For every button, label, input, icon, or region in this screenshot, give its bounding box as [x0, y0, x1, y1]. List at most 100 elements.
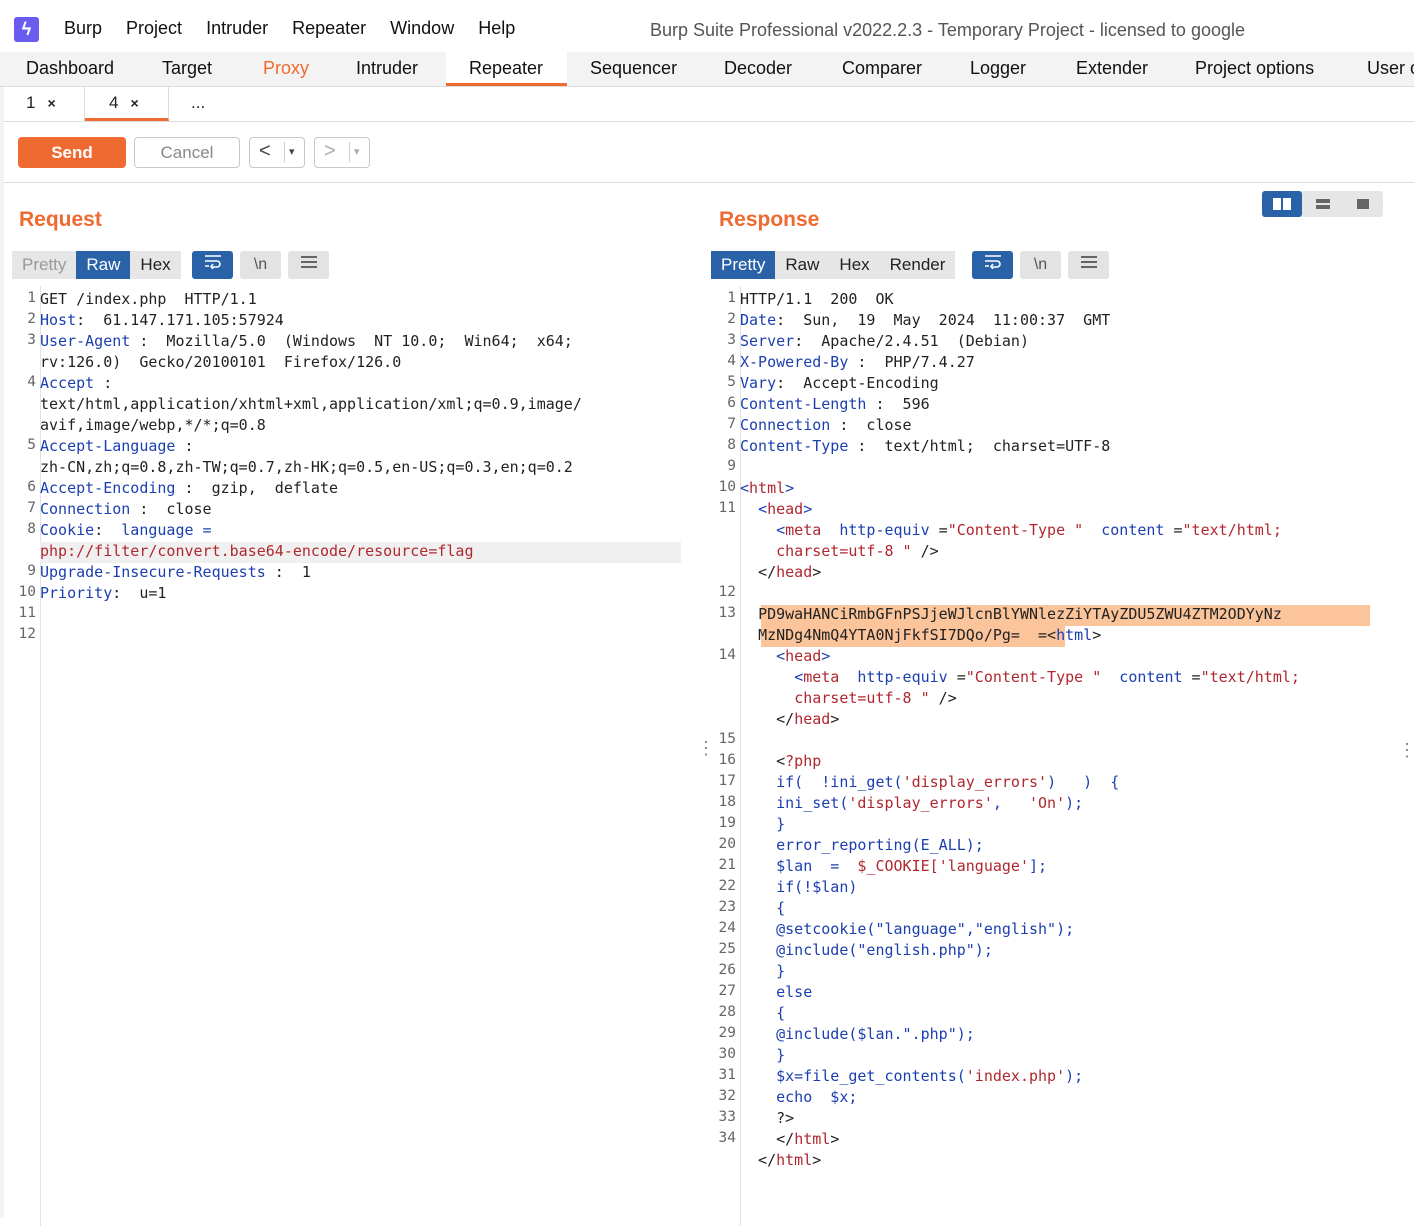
- repeater-toolbar: Send Cancel < ▾ > ▾: [4, 122, 1414, 183]
- code-token: html: [794, 1130, 831, 1148]
- code-token: 'display_errors': [848, 794, 993, 812]
- code-token: head: [785, 647, 822, 665]
- code-token: : u=1: [112, 584, 167, 602]
- code-token: HTTP/1.1 200 OK: [740, 290, 894, 308]
- code-line: Accept :: [40, 374, 112, 392]
- code-line: charset=utf-8 " />: [740, 689, 957, 707]
- stacked-icon[interactable]: [1303, 191, 1343, 217]
- code-token: <: [740, 752, 786, 770]
- line-number: 29: [718, 1025, 736, 1041]
- code-line: Date: Sun, 19 May 2024 11:00:37 GMT: [740, 311, 1110, 329]
- send-button[interactable]: Send: [18, 137, 126, 168]
- tab-logger[interactable]: Logger: [970, 58, 1026, 79]
- newline-icon[interactable]: \n: [240, 251, 281, 279]
- code-token: </: [740, 1130, 795, 1148]
- code-token: :: [94, 521, 122, 539]
- new-tab-button[interactable]: ...: [169, 87, 229, 121]
- tab-user-options[interactable]: User o: [1367, 58, 1414, 79]
- menu-help[interactable]: Help: [466, 18, 527, 39]
- chevron-down-icon[interactable]: ▾: [349, 142, 360, 162]
- tab-dashboard[interactable]: Dashboard: [26, 58, 114, 79]
- code-line: User-Agent : Mozilla/5.0 (Windows NT 10.…: [40, 332, 573, 350]
- tab-intruder[interactable]: Intruder: [356, 58, 418, 79]
- repeater-tab-1[interactable]: 1 ×: [4, 87, 85, 121]
- code-token: />: [929, 689, 957, 707]
- repeater-tab-4[interactable]: 4 ×: [85, 87, 169, 121]
- request-tab-hex[interactable]: Hex: [130, 251, 181, 279]
- side-by-side-icon[interactable]: [1262, 191, 1302, 217]
- response-tab-pretty[interactable]: Pretty: [711, 251, 776, 279]
- close-icon[interactable]: ×: [47, 95, 55, 111]
- code-token: =: [929, 521, 948, 539]
- cancel-button[interactable]: Cancel: [134, 137, 240, 168]
- menu-icon[interactable]: [288, 251, 329, 279]
- code-token: @include("english.php");: [740, 941, 993, 959]
- menu-project[interactable]: Project: [114, 18, 194, 39]
- menu-intruder[interactable]: Intruder: [194, 18, 280, 39]
- code-token: 'index.php': [965, 1067, 1066, 1085]
- chevron-down-icon[interactable]: ▾: [284, 142, 295, 162]
- code-token: head: [776, 563, 813, 581]
- response-tab-render[interactable]: Render: [879, 251, 956, 279]
- response-tab-raw[interactable]: Raw: [775, 251, 830, 279]
- request-tab-pretty[interactable]: Pretty: [12, 251, 77, 279]
- line-number: 30: [718, 1046, 736, 1062]
- menu-burp[interactable]: Burp: [52, 18, 114, 39]
- code-token: 'On': [1029, 794, 1066, 812]
- code-token: <: [758, 500, 768, 518]
- code-token: ,: [992, 794, 1029, 812]
- tab-sequencer[interactable]: Sequencer: [590, 58, 677, 79]
- wrap-icon[interactable]: [972, 251, 1013, 279]
- drag-handle-icon[interactable]: ⋮: [1398, 740, 1414, 761]
- code-line: }: [740, 1046, 785, 1064]
- response-tab-hex[interactable]: Hex: [829, 251, 880, 279]
- code-token: =: [193, 521, 212, 539]
- code-token: "Content-Type ": [965, 668, 1102, 686]
- line-number: 5: [727, 374, 736, 390]
- code-line: else: [740, 983, 812, 1001]
- code-token: charset=utf-8 ": [776, 542, 912, 560]
- line-number: 17: [718, 773, 736, 789]
- code-token: </: [740, 563, 777, 581]
- line-number: 32: [718, 1088, 736, 1104]
- response-editor[interactable]: 1 HTTP/1.1 200 OK 2 Date: Sun, 19 May 2024 …: [704, 286, 1404, 1226]
- request-view-tabs: Pretty Raw Hex: [12, 251, 181, 279]
- tab-repeater[interactable]: Repeater: [469, 58, 543, 79]
- forward-button[interactable]: > ▾: [314, 137, 370, 168]
- code-token: Host: [40, 311, 77, 329]
- code-token: :: [175, 437, 194, 455]
- code-token: echo $x;: [740, 1088, 858, 1106]
- tab-extender[interactable]: Extender: [1076, 58, 1148, 79]
- code-token: php://filter/convert.base64-encode/resou…: [40, 542, 474, 560]
- code-token: ?>: [740, 1109, 795, 1127]
- back-button[interactable]: < ▾: [249, 137, 305, 168]
- code-token: 'display_errors': [902, 773, 1048, 791]
- code-line: <head>: [740, 500, 812, 518]
- tab-target[interactable]: Target: [162, 58, 212, 79]
- single-pane-icon[interactable]: [1343, 191, 1383, 217]
- menu-window[interactable]: Window: [378, 18, 466, 39]
- code-line: if(!$lan): [740, 878, 857, 896]
- code-token: http-equiv: [839, 668, 948, 686]
- tab-decoder[interactable]: Decoder: [724, 58, 792, 79]
- code-line: if( !ini_get('display_errors') ) {: [740, 773, 1119, 791]
- tab-proxy[interactable]: Proxy: [263, 58, 309, 79]
- newline-icon[interactable]: \n: [1020, 251, 1061, 279]
- wrap-icon[interactable]: [192, 251, 233, 279]
- code-token: meta: [785, 521, 822, 539]
- line-number: 12: [718, 584, 736, 600]
- tab-project-options[interactable]: Project options: [1195, 58, 1314, 79]
- close-icon[interactable]: ×: [130, 95, 138, 111]
- code-line: Content-Type : text/html; charset=UTF-8: [740, 437, 1110, 455]
- tab-comparer[interactable]: Comparer: [842, 58, 922, 79]
- menu-icon[interactable]: [1068, 251, 1109, 279]
- menu-repeater[interactable]: Repeater: [280, 18, 378, 39]
- code-line: $lan = $_COOKIE['language'];: [740, 857, 1047, 875]
- code-token: >: [803, 500, 813, 518]
- line-number: 8: [727, 437, 736, 453]
- request-editor[interactable]: 1 GET /index.php HTTP/1.1 2 Host: 61.147.17…: [4, 286, 696, 1226]
- request-tab-raw[interactable]: Raw: [76, 251, 131, 279]
- repeater-tabs: 1 × 4 × ...: [4, 87, 1414, 122]
